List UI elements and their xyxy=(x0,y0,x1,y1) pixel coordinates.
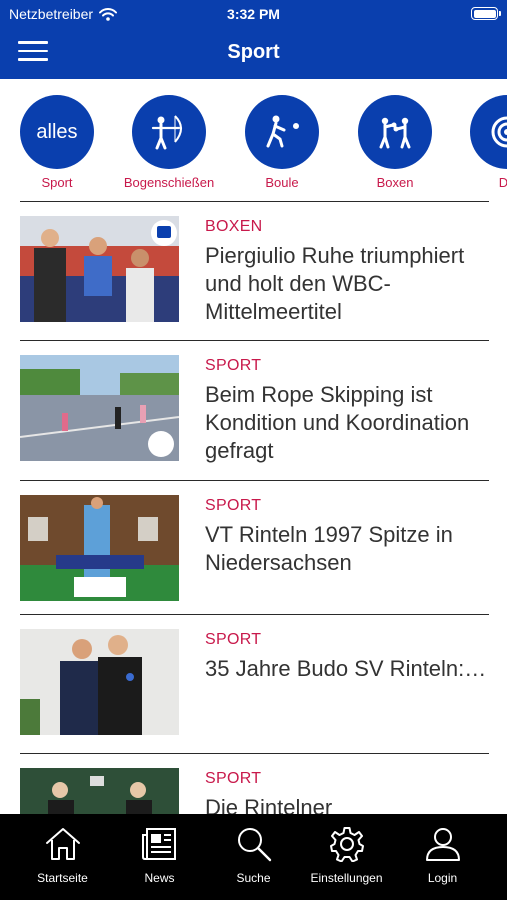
tab-startseite[interactable]: Startseite xyxy=(12,826,113,885)
archery-icon xyxy=(132,95,206,169)
tab-suche[interactable]: Suche xyxy=(203,826,304,885)
article-item[interactable]: SPORT VT Rinteln 1997 Spitze in Niedersa… xyxy=(20,480,489,615)
category-carousel[interactable]: alles Sport Bogenschießen Boule Boxen D xyxy=(0,79,507,199)
article-thumbnail xyxy=(20,629,179,735)
tab-label: Suche xyxy=(236,871,271,885)
article-thumbnail xyxy=(20,768,179,814)
article-category: SPORT xyxy=(205,770,262,787)
category-label: Boxen xyxy=(376,175,414,190)
article-category: SPORT xyxy=(205,631,262,648)
tab-login[interactable]: Login xyxy=(392,826,493,885)
tab-label: Einstellungen xyxy=(310,871,383,885)
alles-icon: alles xyxy=(20,95,94,169)
article-item[interactable]: SPORT Beim Rope Skipping ist Kondition u… xyxy=(20,340,489,481)
article-title: 35 Jahre Budo SV Rinteln: Ein Interview … xyxy=(205,656,489,681)
category-label: Da xyxy=(498,175,507,190)
article-category: SPORT xyxy=(205,357,262,374)
article-title: Die Rintelner xyxy=(205,795,333,814)
tab-label: News xyxy=(144,871,175,885)
article-thumbnail xyxy=(20,216,179,322)
boxing-icon xyxy=(358,95,432,169)
tab-bar: Startseite News Suche Einstellungen Logi… xyxy=(0,814,507,900)
darts-icon xyxy=(470,95,507,169)
tab-label: Login xyxy=(427,871,458,885)
settings-icon xyxy=(329,827,364,862)
article-title: Piergiulio Ruhe triumphiert und holt den… xyxy=(205,243,465,324)
article-category: SPORT xyxy=(205,497,262,514)
category-label: Boule xyxy=(265,175,299,190)
boule-icon xyxy=(245,95,319,169)
tab-einstellungen[interactable]: Einstellungen xyxy=(296,826,397,885)
home-icon xyxy=(45,828,80,860)
news-icon xyxy=(141,828,176,860)
battery-icon xyxy=(471,7,501,20)
status-bar: Netzbetreiber 3:32 PM xyxy=(0,0,507,28)
article-item[interactable]: BOXEN Piergiulio Ruhe triumphiert und ho… xyxy=(20,201,489,341)
category-boule[interactable]: Boule xyxy=(217,95,347,190)
navigation-bar: Sport xyxy=(0,28,507,79)
search-icon xyxy=(237,828,271,862)
alles-icon-text: alles xyxy=(36,120,78,143)
tab-label: Startseite xyxy=(37,871,88,885)
user-icon xyxy=(425,828,460,861)
tab-news[interactable]: News xyxy=(109,826,210,885)
category-label: Bogenschießen xyxy=(123,175,215,190)
article-thumbnail xyxy=(20,495,179,601)
app-header: Netzbetreiber 3:32 PM Sport xyxy=(0,0,507,79)
category-bogenschiessen[interactable]: Bogenschießen xyxy=(104,95,234,190)
page-title: Sport xyxy=(227,41,280,63)
status-time: 3:32 PM xyxy=(227,6,280,22)
category-darts[interactable]: Da xyxy=(442,95,507,190)
article-title: Beim Rope Skipping ist Kondition und Koo… xyxy=(205,382,470,463)
article-category: BOXEN xyxy=(205,218,263,235)
article-item[interactable]: SPORT Die Rintelner xyxy=(20,753,489,814)
article-thumbnail xyxy=(20,355,179,461)
article-item[interactable]: SPORT 35 Jahre Budo SV Rinteln: Ein Inte… xyxy=(20,614,489,754)
category-boxen[interactable]: Boxen xyxy=(330,95,460,190)
article-title: VT Rinteln 1997 Spitze in Niedersachsen xyxy=(205,522,453,575)
